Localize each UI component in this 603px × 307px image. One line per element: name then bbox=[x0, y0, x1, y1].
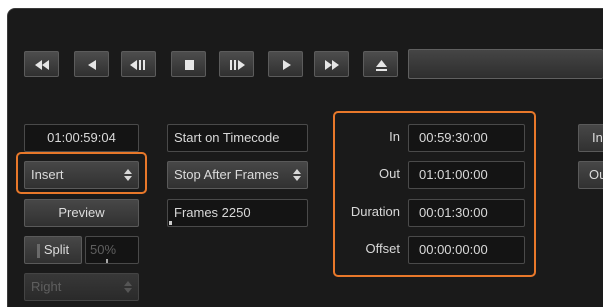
duration-field[interactable]: 00:01:30:00 bbox=[408, 199, 525, 227]
out-point-label: Out bbox=[379, 166, 400, 181]
step-forward-button[interactable] bbox=[219, 51, 254, 77]
split-side-value: Right bbox=[31, 279, 62, 294]
split-side-select[interactable]: Right bbox=[24, 273, 139, 301]
preview-button[interactable]: Preview bbox=[24, 199, 139, 227]
offset-field[interactable]: 00:00:00:00 bbox=[408, 236, 525, 264]
frames-count-field[interactable]: Frames 2250 bbox=[167, 199, 308, 227]
eject-button[interactable] bbox=[363, 51, 398, 77]
play-icon bbox=[283, 60, 291, 70]
split-label: Split bbox=[43, 242, 70, 257]
out-point-field[interactable]: 01:01:00:00 bbox=[408, 161, 525, 189]
fast-forward-icon bbox=[325, 60, 339, 70]
split-indicator bbox=[36, 243, 40, 258]
stop-mode-value: Stop After Frames bbox=[174, 167, 279, 182]
start-on-timecode-field[interactable]: Start on Timecode bbox=[167, 124, 308, 152]
edit-mode-select[interactable]: Insert bbox=[24, 161, 139, 189]
offset-label: Offset bbox=[365, 241, 400, 256]
stop-mode-select[interactable]: Stop After Frames bbox=[167, 161, 308, 189]
stepper-icon bbox=[293, 169, 301, 181]
stop-button[interactable] bbox=[171, 51, 206, 77]
stop-icon bbox=[185, 60, 194, 70]
eject-icon bbox=[376, 60, 387, 71]
step-back-icon bbox=[130, 60, 145, 70]
edit-mode-value: Insert bbox=[31, 167, 64, 182]
stepper-icon bbox=[124, 281, 132, 293]
frames-progress-indicator bbox=[169, 221, 172, 225]
play-button[interactable] bbox=[268, 51, 303, 77]
split-percentage-field[interactable]: 50% bbox=[85, 236, 139, 264]
mark-in-button[interactable]: In bbox=[578, 124, 603, 152]
split-percentage-value: 50% bbox=[90, 242, 117, 257]
jog-shuttle-bar[interactable] bbox=[408, 49, 603, 79]
split-slider-tick bbox=[106, 259, 108, 263]
play-reverse-button[interactable] bbox=[74, 51, 109, 77]
current-timecode-display: 01:00:59:04 bbox=[24, 124, 139, 152]
step-forward-icon bbox=[230, 60, 245, 70]
frames-count-value: Frames 2250 bbox=[174, 205, 251, 220]
mark-out-button[interactable]: Ou bbox=[578, 161, 603, 189]
split-button[interactable]: Split bbox=[24, 236, 82, 264]
stepper-icon bbox=[124, 169, 132, 181]
rewind-button[interactable] bbox=[24, 51, 59, 77]
in-point-field[interactable]: 00:59:30:00 bbox=[408, 124, 525, 152]
fast-forward-button[interactable] bbox=[314, 51, 349, 77]
rewind-icon bbox=[35, 60, 49, 70]
step-back-button[interactable] bbox=[121, 51, 156, 77]
play-reverse-icon bbox=[88, 60, 96, 70]
duration-label: Duration bbox=[350, 204, 400, 219]
in-point-label: In bbox=[389, 129, 400, 144]
